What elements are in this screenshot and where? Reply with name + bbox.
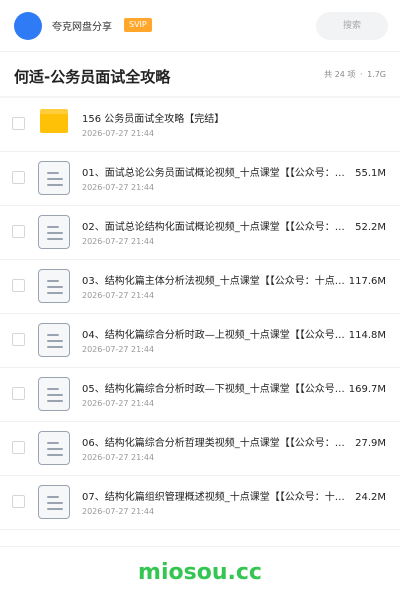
document-icon	[38, 323, 70, 357]
file-date: 2026-07-27 21:44	[82, 183, 155, 192]
file-name: 05、结构化篇综合分析时政—下视频_十点课堂【【公众号：十点课堂】】	[82, 384, 352, 395]
select-checkbox[interactable]	[12, 225, 25, 238]
list-item[interactable]: 07、结构化篇组织管理概述视频_十点课堂【【公众号：十点课堂】】 2026-07…	[0, 476, 400, 530]
file-name: 04、结构化篇综合分析时政—上视频_十点课堂【【公众号：十点课堂】】	[82, 330, 352, 341]
select-checkbox[interactable]	[12, 117, 25, 130]
file-size: 52.2M	[355, 222, 386, 233]
select-checkbox[interactable]	[12, 333, 25, 346]
avatar[interactable]	[14, 12, 42, 40]
folder-meta: 共 24 项 · 1.7G	[322, 69, 386, 80]
file-date: 2026-07-27 21:44	[82, 453, 155, 462]
top-bar: 夸克网盘分享 SVIP 搜索	[0, 0, 400, 52]
svip-badge: SVIP	[124, 18, 152, 32]
file-list: 156 公务员面试全攻略【完结】 2026-07-27 21:44 01、面试总…	[0, 98, 400, 530]
file-date: 2026-07-27 21:44	[82, 129, 155, 138]
file-size: 55.1M	[355, 168, 386, 179]
file-name: 01、面试总论公务员面试概论视频_十点课堂【【公众号：十点课堂】】	[82, 168, 352, 179]
file-size: 117.6M	[348, 276, 386, 287]
select-checkbox[interactable]	[12, 495, 25, 508]
list-item[interactable]: 03、结构化篇主体分析法视频_十点课堂【【公众号：十点课堂】】 2026-07-…	[0, 260, 400, 314]
watermark-brand: miosou.cc	[138, 560, 262, 585]
file-name: 03、结构化篇主体分析法视频_十点课堂【【公众号：十点课堂】】	[82, 276, 352, 287]
document-icon	[38, 431, 70, 465]
meta-separator: ·	[359, 70, 363, 79]
file-size: 24.2M	[355, 492, 386, 503]
file-name: 06、结构化篇综合分析哲理类视频_十点课堂【【公众号：十点课堂】】	[82, 438, 352, 449]
list-item[interactable]: 04、结构化篇综合分析时政—上视频_十点课堂【【公众号：十点课堂】】 2026-…	[0, 314, 400, 368]
document-icon	[38, 215, 70, 249]
file-date: 2026-07-27 21:44	[82, 345, 155, 354]
select-checkbox[interactable]	[12, 441, 25, 454]
page-title: 何适-公务员面试全攻略	[14, 68, 171, 86]
folder-header: 何适-公务员面试全攻略 共 24 项 · 1.7G	[0, 52, 400, 96]
list-item[interactable]: 06、结构化篇综合分析哲理类视频_十点课堂【【公众号：十点课堂】】 2026-0…	[0, 422, 400, 476]
document-icon	[38, 485, 70, 519]
select-checkbox[interactable]	[12, 171, 25, 184]
list-item[interactable]: 156 公务员面试全攻略【完结】 2026-07-27 21:44	[0, 98, 400, 152]
folder-icon	[40, 109, 68, 133]
search-input[interactable]: 搜索	[316, 12, 388, 40]
document-icon	[38, 377, 70, 411]
file-date: 2026-07-27 21:44	[82, 399, 155, 408]
total-size: 1.7G	[367, 70, 386, 79]
list-item[interactable]: 05、结构化篇综合分析时政—下视频_十点课堂【【公众号：十点课堂】】 2026-…	[0, 368, 400, 422]
select-checkbox[interactable]	[12, 279, 25, 292]
file-name: 02、面试总论结构化面试概论视频_十点课堂【【公众号：十点课堂】】	[82, 222, 352, 233]
file-date: 2026-07-27 21:44	[82, 291, 155, 300]
item-count: 共 24 项	[324, 70, 356, 79]
file-date: 2026-07-27 21:44	[82, 507, 155, 516]
file-size: 169.7M	[348, 384, 386, 395]
footer-divider	[0, 546, 400, 547]
select-checkbox[interactable]	[12, 387, 25, 400]
app-name: 夸克网盘分享	[52, 22, 112, 33]
file-name: 07、结构化篇组织管理概述视频_十点课堂【【公众号：十点课堂】】	[82, 492, 352, 503]
file-size: 114.8M	[348, 330, 386, 341]
list-item[interactable]: 02、面试总论结构化面试概论视频_十点课堂【【公众号：十点课堂】】 2026-0…	[0, 206, 400, 260]
document-icon	[38, 269, 70, 303]
file-date: 2026-07-27 21:44	[82, 237, 155, 246]
file-size: 27.9M	[355, 438, 386, 449]
list-item[interactable]: 01、面试总论公务员面试概论视频_十点课堂【【公众号：十点课堂】】 2026-0…	[0, 152, 400, 206]
document-icon	[38, 161, 70, 195]
file-name: 156 公务员面试全攻略【完结】	[82, 114, 225, 125]
